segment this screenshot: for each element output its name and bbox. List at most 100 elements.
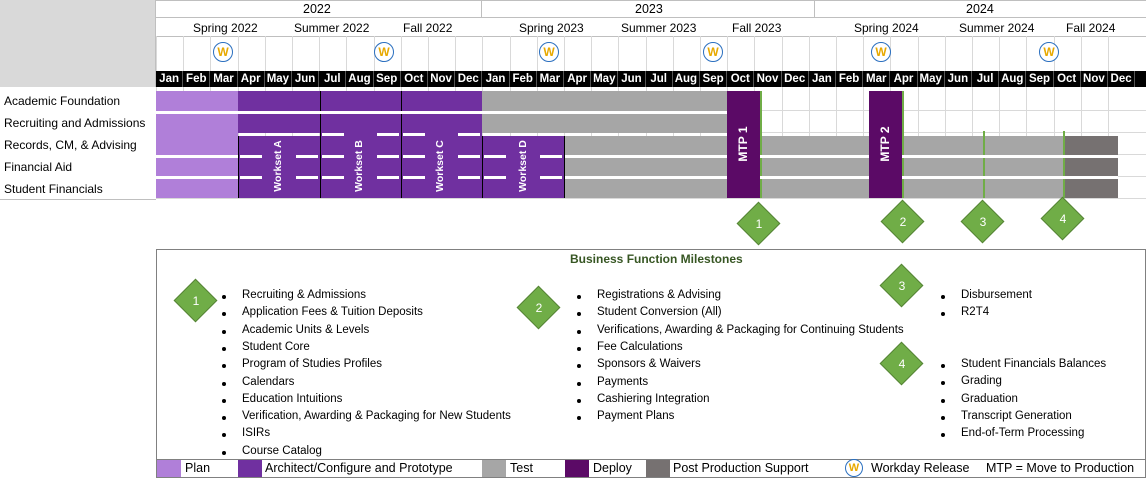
month-label: Jan (482, 71, 510, 87)
month-label: Jul (319, 71, 347, 87)
milestone-number: 3 (898, 279, 906, 293)
row-label-records-cm-advising: Records, CM, & Advising (4, 138, 137, 152)
row-label-financial-aid: Financial Aid (4, 160, 73, 174)
month-label: Apr (564, 71, 592, 87)
grid-line (238, 36, 239, 71)
milestone-item: Recruiting & Admissions (242, 289, 366, 301)
month-label: Sep (700, 71, 728, 87)
month-label: Nov (754, 71, 782, 87)
month-label: Jan (808, 71, 836, 87)
milestone-number: 1 (755, 217, 763, 231)
grid-line (292, 36, 293, 71)
month-label: Mar (863, 71, 891, 87)
workset-d-label: Workset D (517, 140, 529, 192)
milestone-item: Student Core (242, 340, 310, 353)
month-label: Aug (672, 71, 700, 87)
term-fall-2024: Fall 2024 (1066, 21, 1116, 35)
row-label-recruiting-admissions: Recruiting and Admissions (4, 116, 146, 130)
milestone-item: End-of-Term Processing (961, 427, 1085, 440)
month-label: Aug (346, 71, 374, 87)
term-summer-2023: Summer 2023 (621, 21, 697, 35)
milestone-item: Student Conversion (All) (597, 306, 722, 319)
month-label: Nov (1080, 71, 1108, 87)
workday-release-icon: W (539, 42, 559, 62)
grid-line (564, 36, 565, 71)
grid-line (455, 36, 456, 71)
bullet-icon (941, 398, 945, 403)
workday-release-icon: W (871, 42, 891, 62)
grid-line (265, 36, 266, 71)
legend-architect: Architect/Configure and Prototype (265, 461, 453, 475)
grid-line (1108, 36, 1109, 71)
grid-line (510, 36, 511, 71)
month-label: Jan (156, 71, 184, 87)
month-label: Dec (1108, 71, 1136, 87)
test-bar (760, 136, 869, 198)
grid-line (809, 36, 810, 71)
milestone-item: Calendars (242, 375, 295, 388)
milestone-item: Verifications, Awarding & Packaging for … (597, 323, 904, 336)
milestone-number: 4 (898, 357, 906, 371)
grid-line (646, 36, 647, 71)
workday-release-icon: W (703, 42, 723, 62)
grid-line (972, 36, 973, 71)
workday-release-icon: W (1039, 42, 1059, 62)
grid-line (999, 36, 1000, 71)
grid-line (727, 36, 728, 71)
legend-workday: Workday Release (871, 461, 970, 475)
month-label: Feb (183, 71, 211, 87)
plan-bar (156, 91, 238, 198)
bullet-icon (577, 381, 581, 386)
milestone-item: ISIRs (242, 427, 271, 440)
term-fall-2023: Fall 2023 (732, 21, 782, 35)
mtp-1-label: MTP 1 (736, 126, 750, 162)
milestone-item: Course Catalog (242, 444, 322, 457)
header-corner (0, 0, 156, 87)
grid-line (591, 36, 592, 71)
milestone-item: Payments (597, 375, 649, 388)
bullet-icon (222, 329, 226, 334)
workset-a-label: Workset A (272, 140, 284, 192)
month-label: Jul (972, 71, 1000, 87)
month-label: Sep (1026, 71, 1054, 87)
month-label: May (264, 71, 292, 87)
term-spring-2024: Spring 2024 (854, 21, 919, 35)
legend-plan: Plan (185, 461, 211, 475)
grid-line (537, 36, 538, 71)
bullet-icon (222, 381, 226, 386)
month-label: Mar (210, 71, 238, 87)
month-label: Jun (292, 71, 320, 87)
milestone-number: 2 (899, 215, 907, 229)
milestone-item: Registrations & Advising (597, 289, 722, 301)
milestone-item: Student Financials Balances (961, 358, 1107, 370)
term-fall-2022: Fall 2022 (403, 21, 453, 35)
bullet-icon (222, 295, 226, 299)
test-bar (565, 136, 727, 198)
grid-line (156, 198, 1146, 199)
bullet-icon (222, 398, 226, 403)
month-label: Jun (944, 71, 972, 87)
month-label: Apr (890, 71, 918, 87)
milestone-number: 1 (192, 294, 200, 308)
grid-line (700, 36, 701, 71)
milestone-number: 2 (535, 301, 543, 315)
month-label: May (591, 71, 619, 87)
month-label: Mar (536, 71, 564, 87)
month-label: Nov (428, 71, 456, 87)
workday-release-icon: W (845, 459, 863, 477)
workset-b-label: Workset B (353, 140, 365, 192)
grid-line (673, 36, 674, 71)
grid-line (782, 36, 783, 71)
month-label: Feb (509, 71, 537, 87)
row-label-academic-foundation: Academic Foundation (4, 94, 121, 108)
month-label: Sep (373, 71, 401, 87)
grid-line (618, 36, 619, 71)
bullet-icon (577, 329, 581, 334)
bullet-icon (577, 398, 581, 403)
legend-swatch-deploy (565, 460, 589, 477)
month-label: Jul (645, 71, 673, 87)
month-label: Aug (999, 71, 1027, 87)
grid-line (401, 36, 402, 71)
milestone-item: Verification, Awarding & Packaging for N… (242, 410, 511, 423)
month-label: Dec (781, 71, 809, 87)
